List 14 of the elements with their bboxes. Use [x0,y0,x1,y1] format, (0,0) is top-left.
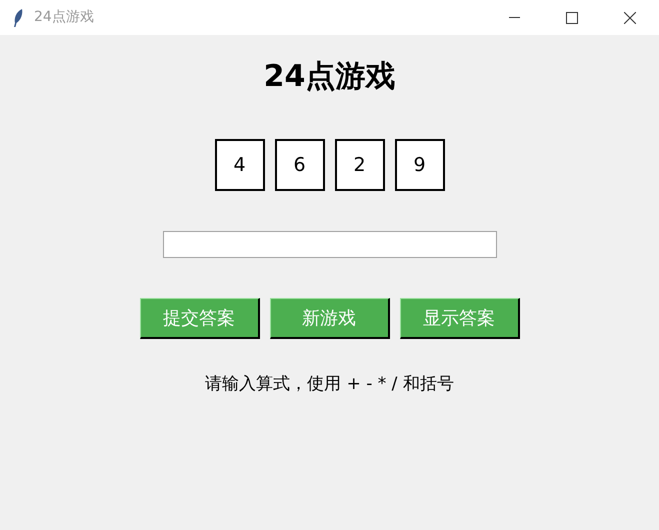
window-title: 24点游戏 [34,8,94,27]
number-card: 9 [394,139,444,191]
action-button[interactable]: 新游戏 [270,298,390,339]
answer-field[interactable] [162,231,496,258]
close-icon [624,12,636,24]
number-card: 6 [274,139,324,191]
number-card: 2 [334,139,384,191]
number-card: 4 [214,139,264,191]
game-heading: 24点游戏 [264,58,396,96]
action-button[interactable]: 提交答案 [140,298,260,339]
maximize-icon [566,12,578,24]
action-button[interactable]: 显示答案 [400,298,520,339]
hint-text: 请输入算式，使用 + - * / 和括号 [205,373,454,396]
feather-icon [12,8,24,28]
